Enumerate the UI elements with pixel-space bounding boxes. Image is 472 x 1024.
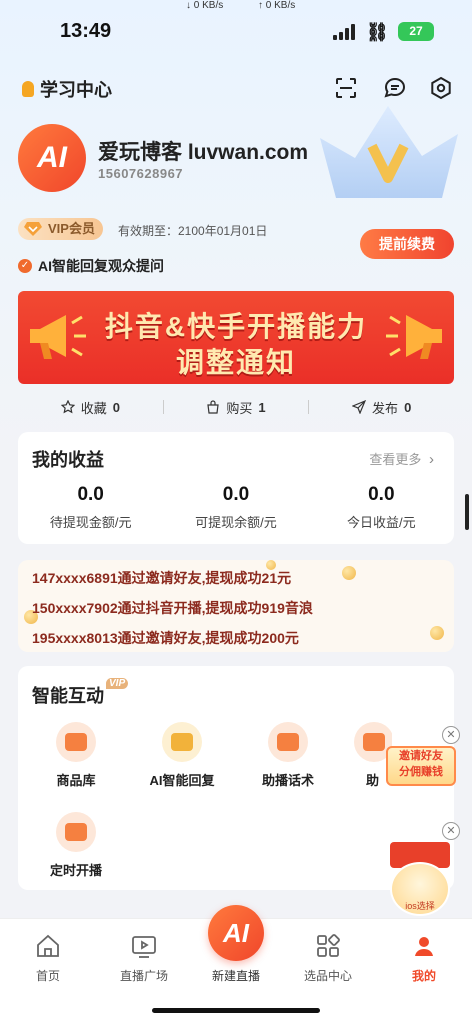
battery-level: 27: [409, 24, 423, 38]
stats-row: 收藏 0 购买 1 发布 0: [18, 392, 454, 422]
stat-purchases[interactable]: 购买 1: [164, 398, 309, 417]
tab-mine[interactable]: 我的: [384, 931, 464, 984]
feature-script[interactable]: 助播话术: [238, 722, 338, 789]
invite-line2: 分佣赚钱: [399, 766, 443, 778]
gift-promo[interactable]: ios选择 ✕: [384, 822, 460, 916]
user-name: 爱玩博客 luvwan.com: [98, 141, 309, 164]
ai-reply-status: ✓ AI智能回复观众提问: [18, 256, 164, 276]
earning-available[interactable]: 0.0 可提现余额/元: [163, 484, 308, 531]
coin-icon: [430, 626, 444, 640]
live-square-icon: [129, 931, 159, 961]
stat-label: 收藏: [80, 400, 107, 416]
earnings-more-link[interactable]: 查看更多 ›: [369, 449, 434, 468]
send-icon: [352, 400, 367, 414]
earning-value: 0.0: [368, 484, 395, 505]
ticker-item: 150xxxx7902通过抖音开播,提现成功919音浪: [32, 600, 313, 616]
new-live-button[interactable]: AI: [208, 905, 264, 961]
earnings-card: 我的收益 查看更多 › 0.0 待提现金额/元 0.0 可提现余额/元 0.0 …: [18, 432, 454, 544]
invite-promo[interactable]: 邀请好友 分佣赚钱 ✕: [382, 726, 460, 790]
link-icon: ⛓: [366, 22, 389, 42]
battery-indicator: 27: [398, 22, 434, 41]
tab-label: 选品中心: [303, 969, 352, 983]
vip-expiry: 有效期至：2100年01月01日: [118, 224, 268, 238]
signal-icon: [333, 24, 357, 40]
tab-label: 直播广场: [119, 969, 168, 983]
earning-pending[interactable]: 0.0 待提现金额/元: [18, 484, 163, 531]
diamond-icon: [24, 222, 42, 236]
feature-label: 商品库: [56, 773, 96, 788]
stat-label: 购买: [226, 400, 253, 416]
banner-line2: 调整通知: [175, 347, 296, 378]
coin-icon: [342, 566, 356, 580]
profile-icon: [409, 931, 439, 961]
page-title-text: 学习中心: [40, 80, 112, 100]
tab-label: 我的: [411, 969, 436, 983]
earning-today[interactable]: 0.0 今日收益/元: [309, 484, 454, 531]
close-icon[interactable]: ✕: [442, 726, 460, 744]
feature-ai-reply[interactable]: AI智能回复: [132, 722, 232, 789]
vip-tag: VIP: [106, 678, 129, 689]
feature-label: 定时开播: [49, 863, 102, 878]
home-indicator[interactable]: [152, 1008, 320, 1013]
timer-play-icon: [56, 812, 96, 852]
stat-published[interactable]: 发布 0: [309, 398, 454, 417]
avatar-text: AI: [37, 141, 67, 174]
bulb-icon: [22, 81, 34, 97]
renew-button[interactable]: 提前续费: [360, 229, 454, 259]
ai-reply-text: AI智能回复观众提问: [38, 258, 164, 274]
stat-value: 0: [112, 399, 120, 415]
earning-value: 0.0: [222, 484, 250, 505]
bag-icon: [207, 400, 220, 414]
chevron-right-icon: ›: [429, 451, 434, 468]
upload-speed: ↑ 0 KB/s: [258, 0, 296, 11]
feature-label: 助播话术: [261, 773, 314, 788]
vip-badge: VIP会员: [18, 218, 103, 240]
earning-label: 待提现金额/元: [49, 515, 132, 530]
stat-label: 发布: [372, 400, 399, 416]
tab-label: 新建直播: [211, 969, 260, 983]
invite-card: 邀请好友 分佣赚钱: [386, 746, 456, 786]
grid-icon: [313, 931, 343, 961]
feature-store[interactable]: 商品库: [26, 722, 126, 789]
stat-value: 0: [404, 399, 412, 415]
stat-favorites[interactable]: 收藏 0: [18, 398, 163, 417]
tab-product-center[interactable]: 选品中心: [288, 931, 368, 984]
download-speed: ↓ 0 KB/s: [186, 0, 224, 11]
vip-label: VIP会员: [48, 221, 95, 236]
tab-live-square[interactable]: 直播广场: [104, 931, 184, 984]
check-icon: ✓: [18, 259, 32, 273]
invite-line1: 邀请好友: [399, 750, 443, 762]
more-label: 查看更多: [369, 452, 422, 467]
scrollbar[interactable]: [465, 494, 469, 530]
ticker-item: 195xxxx8013通过邀请好友,提现成功200元: [32, 630, 299, 646]
earning-label: 今日收益/元: [347, 515, 416, 530]
tab-home[interactable]: 首页: [8, 931, 88, 984]
ai-reply-icon: [162, 722, 202, 762]
earnings-title: 我的收益: [32, 450, 104, 470]
stat-value: 1: [258, 399, 266, 415]
star-icon: [60, 400, 75, 414]
interaction-title: 智能互动: [32, 686, 104, 706]
earning-value: 0.0: [77, 484, 104, 505]
gift-caption: ios选择: [405, 901, 435, 911]
page-title: 学习中心: [22, 76, 112, 102]
script-icon: [268, 722, 308, 762]
feature-scheduled-live[interactable]: 定时开播: [26, 812, 126, 879]
avatar[interactable]: AI: [18, 124, 86, 192]
crown-decoration: [310, 98, 465, 208]
banner-line1: 抖音&快手开播能力: [104, 311, 368, 342]
close-icon[interactable]: ✕: [442, 822, 460, 840]
ticker-item: 147xxxx6891通过邀请好友,提现成功21元: [32, 570, 292, 586]
feature-label: AI智能回复: [149, 773, 215, 788]
tab-label: 首页: [35, 969, 60, 983]
user-phone: 15607628967: [98, 166, 184, 181]
withdrawal-ticker: 147xxxx6891通过邀请好友,提现成功21元 150xxxx7902通过抖…: [18, 560, 454, 652]
home-icon: [33, 931, 63, 961]
earning-label: 可提现余额/元: [195, 515, 277, 530]
status-time: 13:49: [60, 20, 112, 42]
store-icon: [56, 722, 96, 762]
promo-banner[interactable]: 抖音&快手开播能力 调整通知: [18, 291, 454, 384]
